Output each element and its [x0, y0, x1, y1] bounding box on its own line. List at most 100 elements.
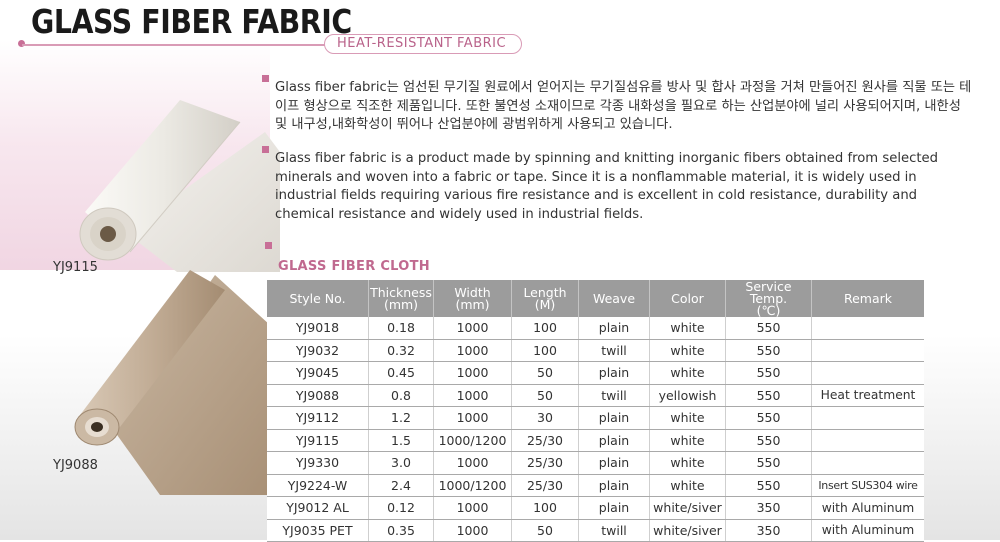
cell-thickness: 0.12: [368, 496, 434, 520]
cell-color: white: [649, 339, 726, 362]
paragraph-bullet-icon: [262, 75, 269, 82]
cell-width: 1000: [433, 361, 512, 385]
fabric-roll-white-image: [79, 100, 280, 272]
cell-length: 50: [511, 361, 579, 385]
cell-remark: Heat treatment: [811, 384, 924, 407]
cell-service-temp: 350: [725, 519, 812, 542]
cell-weave: plain: [578, 406, 650, 430]
cell-width: 1000: [433, 317, 512, 340]
table-row: YJ9012 AL 0.12 1000 100 plain white/siver 350 w…: [267, 496, 924, 520]
cell-width: 1000: [433, 384, 512, 407]
cell-remark: [811, 361, 924, 385]
header-thickness: Thickness (mm): [368, 280, 434, 317]
cell-thickness: 0.45: [368, 361, 434, 385]
cell-length: 100: [511, 496, 579, 520]
cell-thickness: 1.5: [368, 429, 434, 452]
cell-length: 25/30: [511, 474, 579, 497]
title-underline: [22, 44, 326, 46]
cell-width: 1000/1200: [433, 474, 512, 497]
cell-length: 25/30: [511, 451, 579, 475]
cell-style: YJ9115: [267, 429, 369, 452]
cell-thickness: 0.18: [368, 317, 434, 340]
header-weave: Weave: [578, 280, 650, 317]
cell-color: white: [649, 361, 726, 385]
cell-color: white: [649, 474, 726, 497]
cell-weave: twill: [578, 339, 650, 362]
table-row: YJ9330 3.0 1000 25/30 plain white 550: [267, 451, 924, 475]
cell-color: white: [649, 406, 726, 430]
cell-thickness: 2.4: [368, 474, 434, 497]
cell-style: YJ9012 AL: [267, 496, 369, 520]
cell-service-temp: 350: [725, 496, 812, 520]
paragraph-bullet-icon: [262, 146, 269, 153]
cell-color: white: [649, 429, 726, 452]
cell-service-temp: 550: [725, 406, 812, 430]
cell-length: 100: [511, 339, 579, 362]
cell-service-temp: 550: [725, 384, 812, 407]
table-row: YJ9224-W 2.4 1000/1200 25/30 plain white 550 In…: [267, 474, 924, 497]
cell-style: YJ9088: [267, 384, 369, 407]
table-row: YJ9035 PET 0.35 1000 50 twill white/siver 350 w…: [267, 519, 924, 542]
cell-thickness: 0.35: [368, 519, 434, 542]
cell-length: 50: [511, 384, 579, 407]
cell-remark: [811, 317, 924, 340]
cell-service-temp: 550: [725, 339, 812, 362]
cell-service-temp: 550: [725, 451, 812, 475]
cell-length: 50: [511, 519, 579, 542]
table-row: YJ9115 1.5 1000/1200 25/30 plain white 550: [267, 429, 924, 452]
cell-weave: plain: [578, 496, 650, 520]
header-style: Style No.: [267, 280, 369, 317]
cell-width: 1000: [433, 406, 512, 430]
description-english: Glass fiber fabric is a product made by …: [275, 151, 939, 222]
cell-style: YJ9045: [267, 361, 369, 385]
cell-weave: plain: [578, 474, 650, 497]
cell-width: 1000/1200: [433, 429, 512, 452]
cell-remark: with Aluminum: [811, 496, 924, 520]
table-row: YJ9112 1.2 1000 30 plain white 550: [267, 406, 924, 430]
cell-thickness: 0.32: [368, 339, 434, 362]
page-title: GLASS FIBER FABRIC: [31, 2, 352, 41]
cell-color: yellowish: [649, 384, 726, 407]
header-remark: Remark: [811, 280, 924, 317]
cell-color: white: [649, 451, 726, 475]
cell-style: YJ9330: [267, 451, 369, 475]
cell-style: YJ9032: [267, 339, 369, 362]
header-length: Length (M): [511, 280, 579, 317]
table-header-row: Style No. Thickness (mm) Width (mm) Length…: [267, 280, 924, 317]
cell-service-temp: 550: [725, 429, 812, 452]
header-color: Color: [649, 280, 726, 317]
cell-width: 1000: [433, 339, 512, 362]
section-title: GLASS FIBER CLOTH: [278, 259, 430, 274]
cell-remark: with Aluminum: [811, 519, 924, 542]
cell-thickness: 0.8: [368, 384, 434, 407]
cell-style: YJ9018: [267, 317, 369, 340]
cell-weave: plain: [578, 317, 650, 340]
cell-color: white/siver: [649, 519, 726, 542]
cell-width: 1000: [433, 496, 512, 520]
cell-length: 100: [511, 317, 579, 340]
cell-length: 30: [511, 406, 579, 430]
cell-width: 1000: [433, 519, 512, 542]
table-row: YJ9088 0.8 1000 50 twill yellowish 550 Heat tre…: [267, 384, 924, 407]
cell-thickness: 3.0: [368, 451, 434, 475]
table-row: YJ9032 0.32 1000 100 twill white 550: [267, 339, 924, 362]
header-service-temp: Service Temp. (℃): [725, 280, 812, 317]
cell-weave: plain: [578, 429, 650, 452]
description-korean: Glass fiber fabric는 엄선된 무기질 원료에서 얻어지는 무기…: [275, 80, 972, 132]
section-bullet-icon: [265, 242, 272, 249]
table-row: YJ9018 0.18 1000 100 plain white 550: [267, 317, 924, 340]
cell-weave: plain: [578, 361, 650, 385]
cell-style: YJ9224-W: [267, 474, 369, 497]
cell-width: 1000: [433, 451, 512, 475]
cell-thickness: 1.2: [368, 406, 434, 430]
cell-color: white: [649, 317, 726, 340]
cell-weave: plain: [578, 451, 650, 475]
cell-remark: Insert SUS304 wire: [811, 474, 924, 497]
cell-service-temp: 550: [725, 361, 812, 385]
cell-service-temp: 550: [725, 474, 812, 497]
cell-style: YJ9035 PET: [267, 519, 369, 542]
cell-remark: [811, 429, 924, 452]
cell-style: YJ9112: [267, 406, 369, 430]
cell-color: white/siver: [649, 496, 726, 520]
cell-weave: twill: [578, 519, 650, 542]
